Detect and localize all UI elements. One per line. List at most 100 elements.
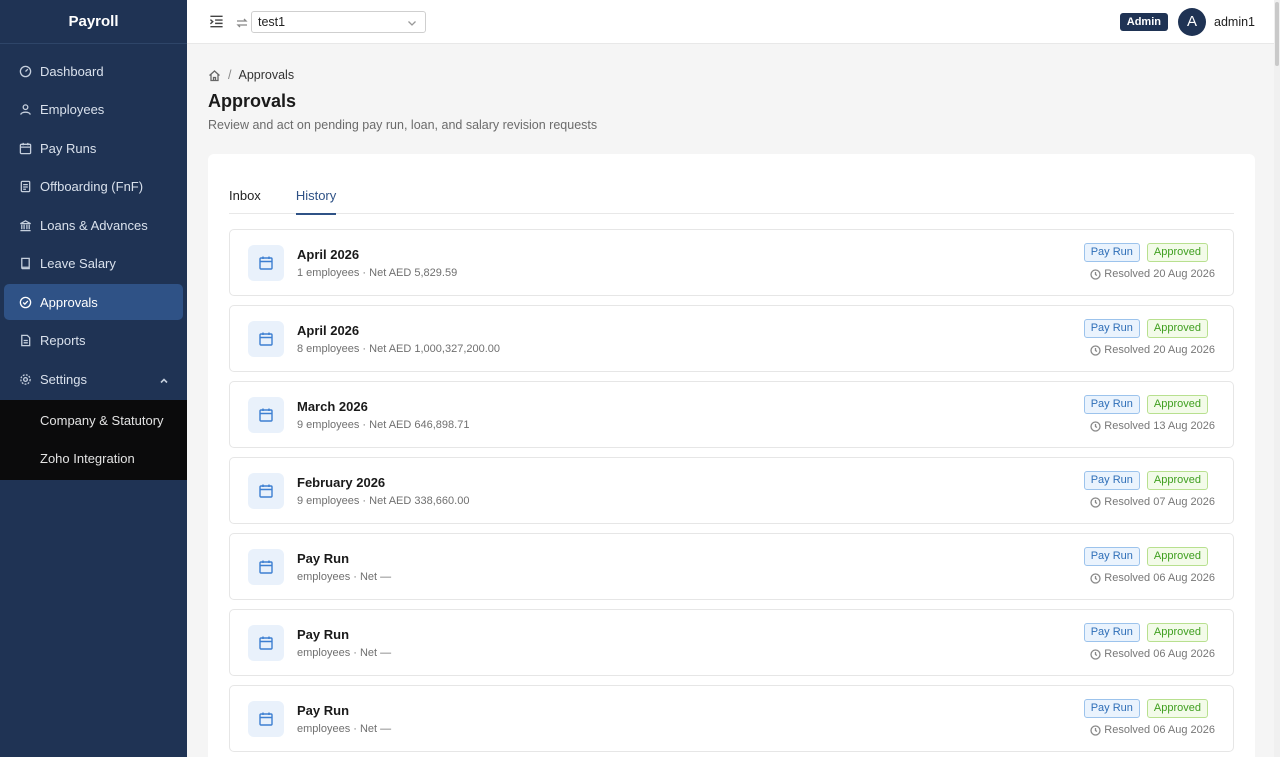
item-title: March 2026 <box>297 398 368 414</box>
sidebar-item-offboarding[interactable]: Offboarding (FnF) <box>4 169 183 205</box>
status-badge: Approved <box>1146 623 1208 642</box>
sidebar-item-label: Employees <box>40 102 105 117</box>
calendar-icon <box>248 320 284 357</box>
calendar-icon <box>248 244 284 281</box>
tab-inbox[interactable]: Inbox <box>229 180 261 214</box>
list-item[interactable]: Pay Run employees · Net — Pay Run Approv… <box>229 609 1234 676</box>
sidebar-item-settings[interactable]: Settings <box>4 361 183 397</box>
status-badge: Approved <box>1146 243 1208 262</box>
org-select[interactable]: test1 <box>251 10 426 33</box>
status-badge: Approved <box>1146 547 1208 566</box>
item-title: April 2026 <box>297 322 360 338</box>
resolved-date: Resolved 13 Aug 2026 <box>1104 420 1215 432</box>
sidebar-item-leave-salary[interactable]: Leave Salary <box>4 246 183 282</box>
calendar-icon <box>18 141 32 155</box>
resolved-date: Resolved 20 Aug 2026 <box>1104 344 1215 356</box>
chevron-down-icon <box>407 17 417 27</box>
status-badge: Approved <box>1146 395 1208 414</box>
clock-icon <box>1090 724 1101 736</box>
header-user-area: Admin A admin1 <box>1119 7 1255 36</box>
tabs: Inbox History <box>229 180 1234 215</box>
item-title: Pay Run <box>297 550 350 566</box>
sidebar-subitem-company-statutory[interactable]: Company & Statutory <box>0 402 187 440</box>
sidebar-item-label: Dashboard <box>40 63 104 79</box>
sidebar-item-employees[interactable]: Employees <box>4 92 183 128</box>
menu-collapse-icon <box>209 15 223 28</box>
type-badge: Pay Run <box>1083 319 1140 338</box>
switch-org-icon <box>236 16 248 28</box>
calendar-icon <box>248 472 284 509</box>
status-badge: Approved <box>1146 699 1208 718</box>
item-meta: 8 employees · Net AED 1,000,327,200.00 <box>297 342 501 355</box>
sidebar-item-label: Settings <box>40 371 87 387</box>
item-title: April 2026 <box>297 246 360 262</box>
item-title: Pay Run <box>297 626 350 642</box>
item-meta: 9 employees · Net AED 646,898.71 <box>297 418 470 431</box>
list-item[interactable]: Pay Run employees · Net — Pay Run Approv… <box>229 685 1234 752</box>
gear-icon <box>18 372 32 386</box>
sidebar-item-label: Pay Runs <box>40 140 97 156</box>
page-scrollbar[interactable] <box>1274 0 1280 757</box>
item-meta: 1 employees · Net AED 5,829.59 <box>297 266 458 279</box>
dashboard-icon <box>18 64 32 78</box>
page-title: Approvals <box>208 91 297 111</box>
item-meta: employees · Net — <box>297 722 392 735</box>
username[interactable]: admin1 <box>1214 15 1255 29</box>
sidebar-item-label: Leave Salary <box>40 256 116 271</box>
item-meta: employees · Net — <box>297 646 392 659</box>
role-badge: Admin <box>1119 12 1168 31</box>
item-title: Pay Run <box>297 702 350 718</box>
main-content: / Approvals Approvals Review and act on … <box>208 44 1255 757</box>
sidebar-item-reports[interactable]: Reports <box>4 323 183 359</box>
list-item[interactable]: February 2026 9 employees · Net AED 338,… <box>229 457 1234 524</box>
sidebar-item-approvals[interactable]: Approvals <box>4 284 183 320</box>
breadcrumb: / Approvals <box>208 68 1255 82</box>
list-item[interactable]: April 2026 1 employees · Net AED 5,829.5… <box>229 229 1234 296</box>
sidebar-item-label: Approvals <box>40 294 98 310</box>
clock-icon <box>1090 344 1101 356</box>
chevron-up-icon <box>159 374 169 384</box>
item-title: February 2026 <box>297 474 386 490</box>
sidebar-nav: Dashboard Employees Pay Runs Offboarding… <box>0 44 187 397</box>
clock-icon <box>1090 572 1101 584</box>
clock-icon <box>1090 496 1101 508</box>
history-list: April 2026 1 employees · Net AED 5,829.5… <box>229 229 1234 757</box>
status-badge: Approved <box>1146 319 1208 338</box>
org-select-value: test1 <box>258 14 286 29</box>
menu-toggle-button[interactable] <box>208 14 224 30</box>
calendar-icon <box>248 624 284 661</box>
sidebar-item-label: Offboarding (FnF) <box>40 179 144 194</box>
type-badge: Pay Run <box>1083 547 1140 566</box>
type-badge: Pay Run <box>1083 699 1140 718</box>
avatar[interactable]: A <box>1178 7 1206 36</box>
item-meta: 9 employees · Net AED 338,660.00 <box>297 494 470 507</box>
resolved-date: Resolved 06 Aug 2026 <box>1104 724 1215 736</box>
home-icon[interactable] <box>208 69 221 82</box>
sidebar-item-label: Reports <box>40 333 86 348</box>
sidebar-item-dashboard[interactable]: Dashboard <box>4 53 183 89</box>
app-title: Payroll <box>0 0 187 44</box>
page-subtitle: Review and act on pending pay run, loan,… <box>208 118 598 132</box>
scrollbar-thumb[interactable] <box>1275 2 1279 66</box>
sidebar-subitem-zoho-integration[interactable]: Zoho Integration <box>0 440 187 478</box>
breadcrumb-current: Approvals <box>238 68 295 82</box>
sidebar-item-loans[interactable]: Loans & Advances <box>4 207 183 243</box>
clock-icon <box>1090 420 1101 432</box>
calendar-icon <box>248 700 284 737</box>
list-item[interactable]: April 2026 8 employees · Net AED 1,000,3… <box>229 305 1234 372</box>
list-item[interactable]: March 2026 9 employees · Net AED 646,898… <box>229 381 1234 448</box>
status-badge: Approved <box>1146 471 1208 490</box>
bank-icon <box>18 218 32 232</box>
item-meta: employees · Net — <box>297 570 392 583</box>
type-badge: Pay Run <box>1083 243 1140 262</box>
tab-history[interactable]: History <box>295 180 337 215</box>
resolved-date: Resolved 20 Aug 2026 <box>1104 268 1215 280</box>
clock-icon <box>1090 648 1101 660</box>
list-item[interactable]: Pay Run employees · Net — Pay Run Approv… <box>229 533 1234 600</box>
top-header: test1 Admin A admin1 <box>187 0 1280 44</box>
user-icon <box>18 103 32 117</box>
sidebar-item-pay-runs[interactable]: Pay Runs <box>4 130 183 166</box>
breadcrumb-separator: / <box>228 68 232 82</box>
type-badge: Pay Run <box>1083 471 1140 490</box>
document-icon <box>18 180 32 194</box>
